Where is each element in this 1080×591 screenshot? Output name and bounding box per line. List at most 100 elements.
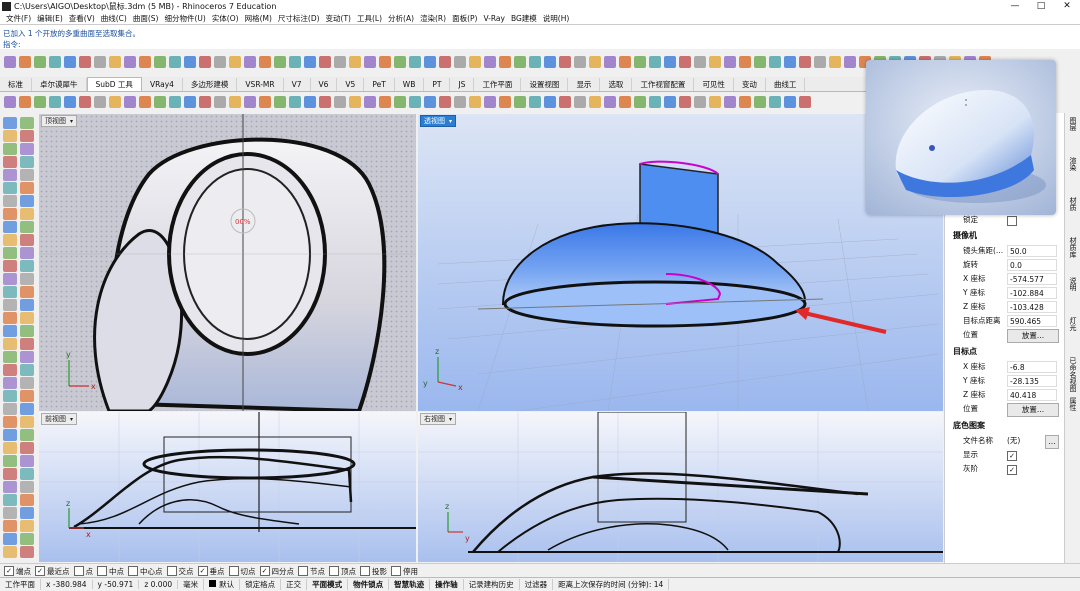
menu-item[interactable]: 变动(T) [326,13,351,24]
viewport-perspective[interactable]: 透视图 ▾ z y x [418,114,943,411]
osnap-option[interactable]: 点 [73,566,93,577]
tool-button-icon[interactable] [20,299,34,311]
osnap-option[interactable]: 切点 [228,566,256,577]
toolbar-button-icon[interactable] [424,56,436,68]
tool-button-icon[interactable] [20,221,34,233]
grayscale-checkbox[interactable]: ✓ [1007,465,1017,475]
tool-button-icon[interactable] [3,117,17,129]
toolbar-button-icon[interactable] [184,96,196,108]
toolbar-button-icon[interactable] [724,56,736,68]
toolbar-button-icon[interactable] [34,96,46,108]
toolbar-button-icon[interactable] [349,96,361,108]
viewport-top-label[interactable]: 顶视图 ▾ [41,115,78,127]
tool-button-icon[interactable] [20,403,34,415]
tool-button-icon[interactable] [20,351,34,363]
toolbar-button-icon[interactable] [544,96,556,108]
toolbar-tab[interactable]: 显示 [568,78,601,91]
tool-button-icon[interactable] [3,390,17,402]
toolbar-button-icon[interactable] [529,56,541,68]
osnap-option[interactable]: ✓ 四分点 [259,566,294,577]
tool-button-icon[interactable] [20,260,34,272]
toolbar-button-icon[interactable] [589,56,601,68]
tool-button-icon[interactable] [3,429,17,441]
tool-button-icon[interactable] [20,390,34,402]
tool-button-icon[interactable] [20,416,34,428]
tool-button-icon[interactable] [3,468,17,480]
osnap-checkbox[interactable]: ✓ [4,566,14,576]
toolbar-button-icon[interactable] [439,96,451,108]
menu-item[interactable]: 编辑(E) [37,13,63,24]
menu-item[interactable]: 曲线(C) [101,13,127,24]
side-tab[interactable]: 图层 [1067,117,1079,131]
layer-status[interactable]: 默认 [204,579,241,590]
tool-button-icon[interactable] [20,429,34,441]
viewport-front-label[interactable]: 前视图 ▾ [41,413,78,425]
toolbar-button-icon[interactable] [139,56,151,68]
toolbar-button-icon[interactable] [709,96,721,108]
toolbar-tab[interactable]: PT [424,78,451,91]
toolbar-button-icon[interactable] [94,96,106,108]
tool-button-icon[interactable] [20,377,34,389]
toolbar-button-icon[interactable] [394,56,406,68]
osnap-option[interactable]: 投影 [360,566,387,577]
toolbar-button-icon[interactable] [754,96,766,108]
cplane-status[interactable]: 工作平面 [0,579,41,590]
toolbar-button-icon[interactable] [244,96,256,108]
menu-item[interactable]: 曲面(S) [133,13,159,24]
rotation-field[interactable]: 0.0 [1007,259,1057,271]
menu-item[interactable]: 工具(L) [357,13,382,24]
toolbar-button-icon[interactable] [454,56,466,68]
toolbar-button-icon[interactable] [619,56,631,68]
side-tab[interactable]: 材质 [1067,197,1079,211]
toolbar-button-icon[interactable] [19,56,31,68]
toolbar-button-icon[interactable] [514,96,526,108]
toolbar-button-icon[interactable] [604,96,616,108]
toolbar-button-icon[interactable] [829,56,841,68]
osnap-checkbox[interactable] [391,566,401,576]
toolbar-button-icon[interactable] [214,56,226,68]
toolbar-button-icon[interactable] [424,96,436,108]
toolbar-tab[interactable]: 多边形建模 [183,78,238,91]
toolbar-button-icon[interactable] [634,96,646,108]
toolbar-button-icon[interactable] [784,56,796,68]
tool-button-icon[interactable] [3,195,17,207]
toolbar-button-icon[interactable] [769,96,781,108]
command-history[interactable]: 已加入 1 个开放的多重曲面至选取集合。 指令: [0,24,1080,50]
side-tab[interactable]: 灯光 [1067,317,1079,331]
toolbar-button-icon[interactable] [214,96,226,108]
toolbar-button-icon[interactable] [304,96,316,108]
toolbar-button-icon[interactable] [334,56,346,68]
toolbar-tab[interactable]: 工作视窗配置 [632,78,695,91]
toolbar-button-icon[interactable] [364,96,376,108]
tool-button-icon[interactable] [3,416,17,428]
toolbar-button-icon[interactable] [349,56,361,68]
viewport-right-label[interactable]: 右视图 ▾ [420,413,457,425]
toolbar-tab[interactable]: 工作平面 [474,78,522,91]
toolbar-button-icon[interactable] [229,96,241,108]
tool-button-icon[interactable] [20,455,34,467]
toolbar-tab[interactable]: SubD 工具 [86,77,142,91]
menu-item[interactable]: 分析(A) [388,13,414,24]
tool-button-icon[interactable] [3,494,17,506]
toolbar-button-icon[interactable] [334,96,346,108]
toolbar-button-icon[interactable] [379,96,391,108]
toolbar-tab[interactable]: V5 [337,78,365,91]
toolbar-button-icon[interactable] [34,56,46,68]
toolbar-button-icon[interactable] [169,56,181,68]
toolbar-button-icon[interactable] [109,56,121,68]
tool-button-icon[interactable] [3,377,17,389]
tool-button-icon[interactable] [3,455,17,467]
tool-button-icon[interactable] [3,325,17,337]
tool-button-icon[interactable] [3,221,17,233]
toolbar-button-icon[interactable] [634,56,646,68]
toolbar-button-icon[interactable] [574,56,586,68]
tool-button-icon[interactable] [3,312,17,324]
tool-button-icon[interactable] [20,442,34,454]
toolbar-tab[interactable]: 变动 [734,78,766,91]
grid-snap-toggle[interactable]: 锁定格点 [240,579,282,590]
tool-button-icon[interactable] [3,351,17,363]
osnap-option[interactable]: 顶点 [329,566,356,577]
toolbar-button-icon[interactable] [199,96,211,108]
menu-item[interactable]: 网格(M) [245,13,272,24]
toolbar-button-icon[interactable] [499,56,511,68]
